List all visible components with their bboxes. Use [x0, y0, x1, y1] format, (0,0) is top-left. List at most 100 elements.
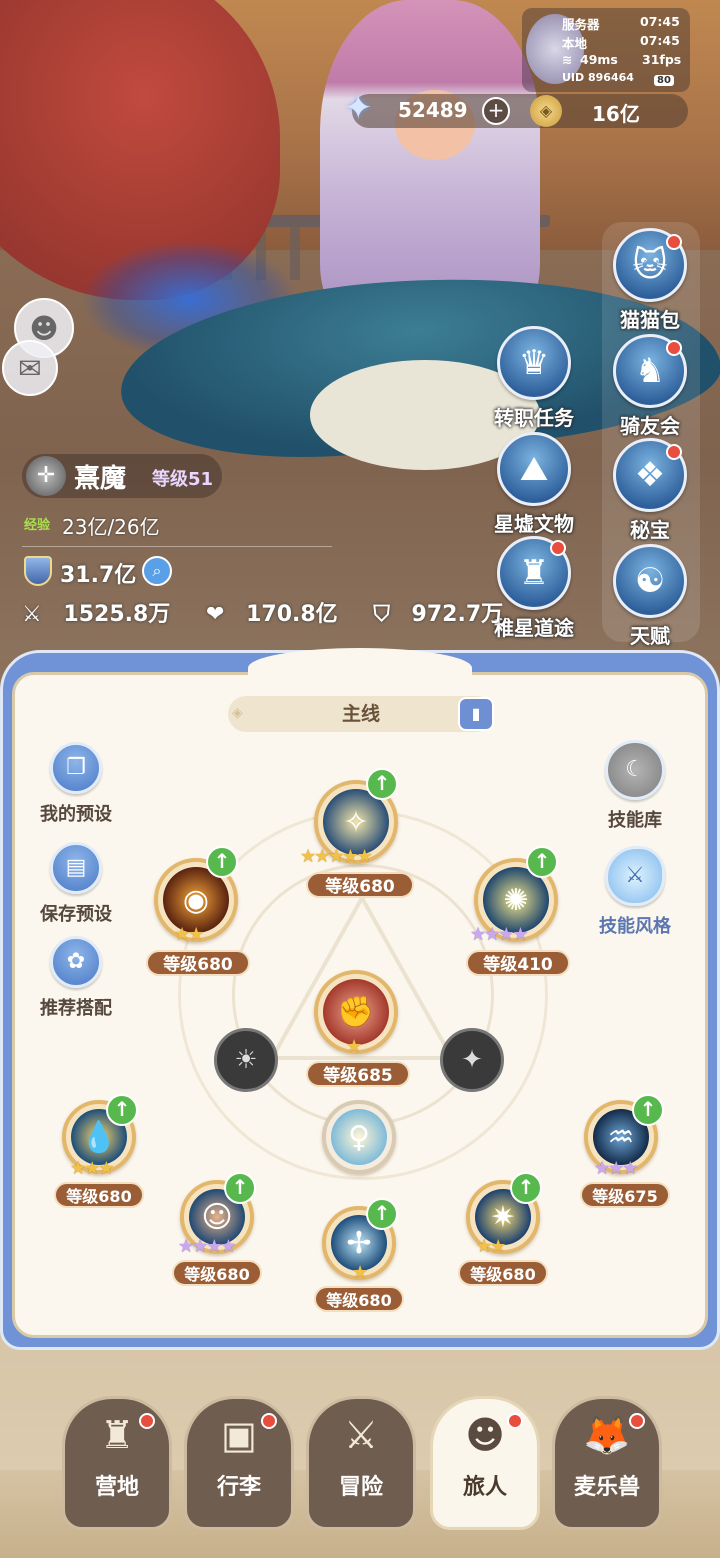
- nav-pet[interactable]: 🦊 麦乐兽: [552, 1396, 662, 1530]
- gold-count: 16亿: [592, 102, 640, 126]
- exp-value: 23亿/26亿: [62, 515, 160, 539]
- server-time: 07:45: [640, 14, 680, 29]
- local-time: 07:45: [640, 33, 680, 48]
- brain-icon: ☯: [613, 544, 687, 618]
- skill-level: 等级680: [172, 1260, 262, 1286]
- traveler-core-slot[interactable]: ♀: [322, 1100, 396, 1174]
- skill-level: 等级685: [306, 1061, 410, 1087]
- add-gems-button[interactable]: +: [482, 97, 510, 125]
- skill-level: 等级680: [146, 950, 250, 976]
- tab-main-line[interactable]: 主线: [228, 696, 494, 732]
- nav-traveler-label: 旅人: [462, 1475, 507, 1500]
- nav-luggage-label: 行李: [216, 1475, 261, 1500]
- skill-level: 等级410: [466, 950, 570, 976]
- skill-stars: ★★★★★: [300, 846, 373, 867]
- treasure-button[interactable]: ❖ 秘宝: [590, 438, 710, 543]
- star-wand-icon: ✦: [461, 1045, 483, 1075]
- gem-count: 52489: [398, 98, 468, 122]
- hp-stat: ❤ 170.8亿: [205, 602, 338, 627]
- notification-dot: [550, 540, 566, 556]
- notification-dot: [139, 1413, 155, 1429]
- star-gem-icon: ✦: [344, 88, 373, 128]
- sword-gem-icon: ⚔: [605, 846, 665, 906]
- diamond-ornament-icon: ◈: [232, 705, 243, 721]
- upgrade-arrow-icon[interactable]: ↑: [206, 846, 238, 878]
- exp-label: 经验: [24, 518, 51, 533]
- nav-pet-label: 麦乐兽: [573, 1475, 640, 1500]
- divider: [22, 546, 332, 547]
- skill-stars: ★★★★: [470, 924, 529, 945]
- nav-traveler[interactable]: ☻ 旅人: [430, 1396, 540, 1530]
- job-change-icon: ♛: [497, 326, 571, 400]
- cat-bag-button[interactable]: 🐱 猫猫包: [590, 228, 710, 333]
- skill-stars: ★★★: [70, 1158, 114, 1179]
- preset-cards-icon: ❐: [50, 742, 102, 794]
- skill-library-label: 技能库: [608, 810, 662, 831]
- cat-bag-label: 猫猫包: [620, 308, 680, 332]
- chat-bubble-icon: ✉: [18, 351, 42, 385]
- upgrade-arrow-icon[interactable]: ↑: [366, 1198, 398, 1230]
- my-preset-button[interactable]: ❐ 我的预设: [26, 742, 126, 826]
- ping-value: 49ms: [580, 52, 618, 67]
- upgrade-arrow-icon[interactable]: ↑: [366, 768, 398, 800]
- currency-bar: ✦ 52489 + ◈ 16亿: [344, 88, 688, 128]
- crossed-swords-icon: ⚔: [22, 602, 42, 627]
- skill-level: 等级680: [458, 1260, 548, 1286]
- battery-icon: 80: [654, 71, 674, 86]
- nav-adventure-label: 冒险: [338, 1475, 383, 1500]
- search-icon[interactable]: ⌕: [142, 556, 172, 586]
- skill-style-button[interactable]: ⚔ 技能风格: [585, 846, 685, 938]
- panel-arch: [248, 648, 472, 688]
- rider-club-label: 骑友会: [620, 414, 680, 438]
- book-icon[interactable]: ▮: [458, 697, 494, 731]
- job-change-button[interactable]: ♛ 转职任务: [474, 326, 594, 431]
- player-name-plate[interactable]: ✛ 熹魔 等级51: [22, 454, 222, 498]
- uid-label: UID: [562, 71, 585, 84]
- attack-stat: ⚔ 1525.8万: [22, 602, 171, 627]
- player-level: 等级51: [152, 469, 214, 490]
- recommend-label: 推荐搭配: [40, 998, 112, 1019]
- combat-power: 31.7亿: [60, 563, 137, 588]
- heart-icon: ❤: [205, 602, 225, 627]
- status-panel: 服务器 07:45 本地 07:45 ≋ 49ms 31fps UID 8964…: [522, 8, 690, 92]
- my-preset-label: 我的预设: [40, 804, 112, 825]
- rider-club-button[interactable]: ♞ 骑友会: [590, 334, 710, 439]
- notification-dot: [507, 1413, 523, 1429]
- save-preset-button[interactable]: ▤ 保存预设: [26, 842, 126, 926]
- nav-adventure[interactable]: ⚔ 冒险: [306, 1396, 416, 1530]
- upgrade-arrow-icon[interactable]: ↑: [632, 1094, 664, 1126]
- locked-skill-flame[interactable]: ☀: [214, 1028, 278, 1092]
- save-preset-label: 保存预设: [40, 904, 112, 925]
- class-emblem-icon: ✛: [26, 456, 66, 496]
- recommend-button[interactable]: ✿ 推荐搭配: [26, 936, 126, 1020]
- gold-coin-icon: ◈: [530, 95, 562, 127]
- skill-level: 等级680: [54, 1182, 144, 1208]
- treasure-label: 秘宝: [630, 518, 670, 542]
- notification-dot: [261, 1413, 277, 1429]
- skill-level: 等级680: [306, 872, 414, 898]
- skill-style-label: 技能风格: [599, 916, 671, 937]
- nav-camp[interactable]: ♜ 营地: [62, 1396, 172, 1530]
- defense-stat: ⛉ 972.7万: [373, 602, 504, 627]
- skill-stars: ★: [346, 1036, 362, 1057]
- upgrade-arrow-icon[interactable]: ↑: [224, 1172, 256, 1204]
- moon-icon: ☾: [605, 740, 665, 800]
- upgrade-arrow-icon[interactable]: ↑: [510, 1172, 542, 1204]
- upgrade-arrow-icon[interactable]: ↑: [526, 846, 558, 878]
- talent-button[interactable]: ☯ 天赋: [590, 544, 710, 649]
- skill-library-button[interactable]: ☾ 技能库: [585, 740, 685, 832]
- skill-level: 等级675: [580, 1182, 670, 1208]
- upgrade-arrow-icon[interactable]: ↑: [106, 1094, 138, 1126]
- chat-button[interactable]: ✉: [2, 340, 58, 396]
- locked-skill-star[interactable]: ✦: [440, 1028, 504, 1092]
- skill-stars: ★★★: [594, 1158, 638, 1179]
- notification-dot: [666, 444, 682, 460]
- notification-dot: [629, 1413, 645, 1429]
- fps-value: 31fps: [642, 52, 682, 67]
- skill-level: 等级680: [314, 1286, 404, 1312]
- talent-label: 天赋: [630, 624, 670, 648]
- notification-dot: [666, 234, 682, 250]
- relic-label: 星墟文物: [494, 512, 574, 536]
- nav-luggage[interactable]: ▣ 行李: [184, 1396, 294, 1530]
- relic-button[interactable]: ⛰ 星墟文物: [474, 432, 594, 537]
